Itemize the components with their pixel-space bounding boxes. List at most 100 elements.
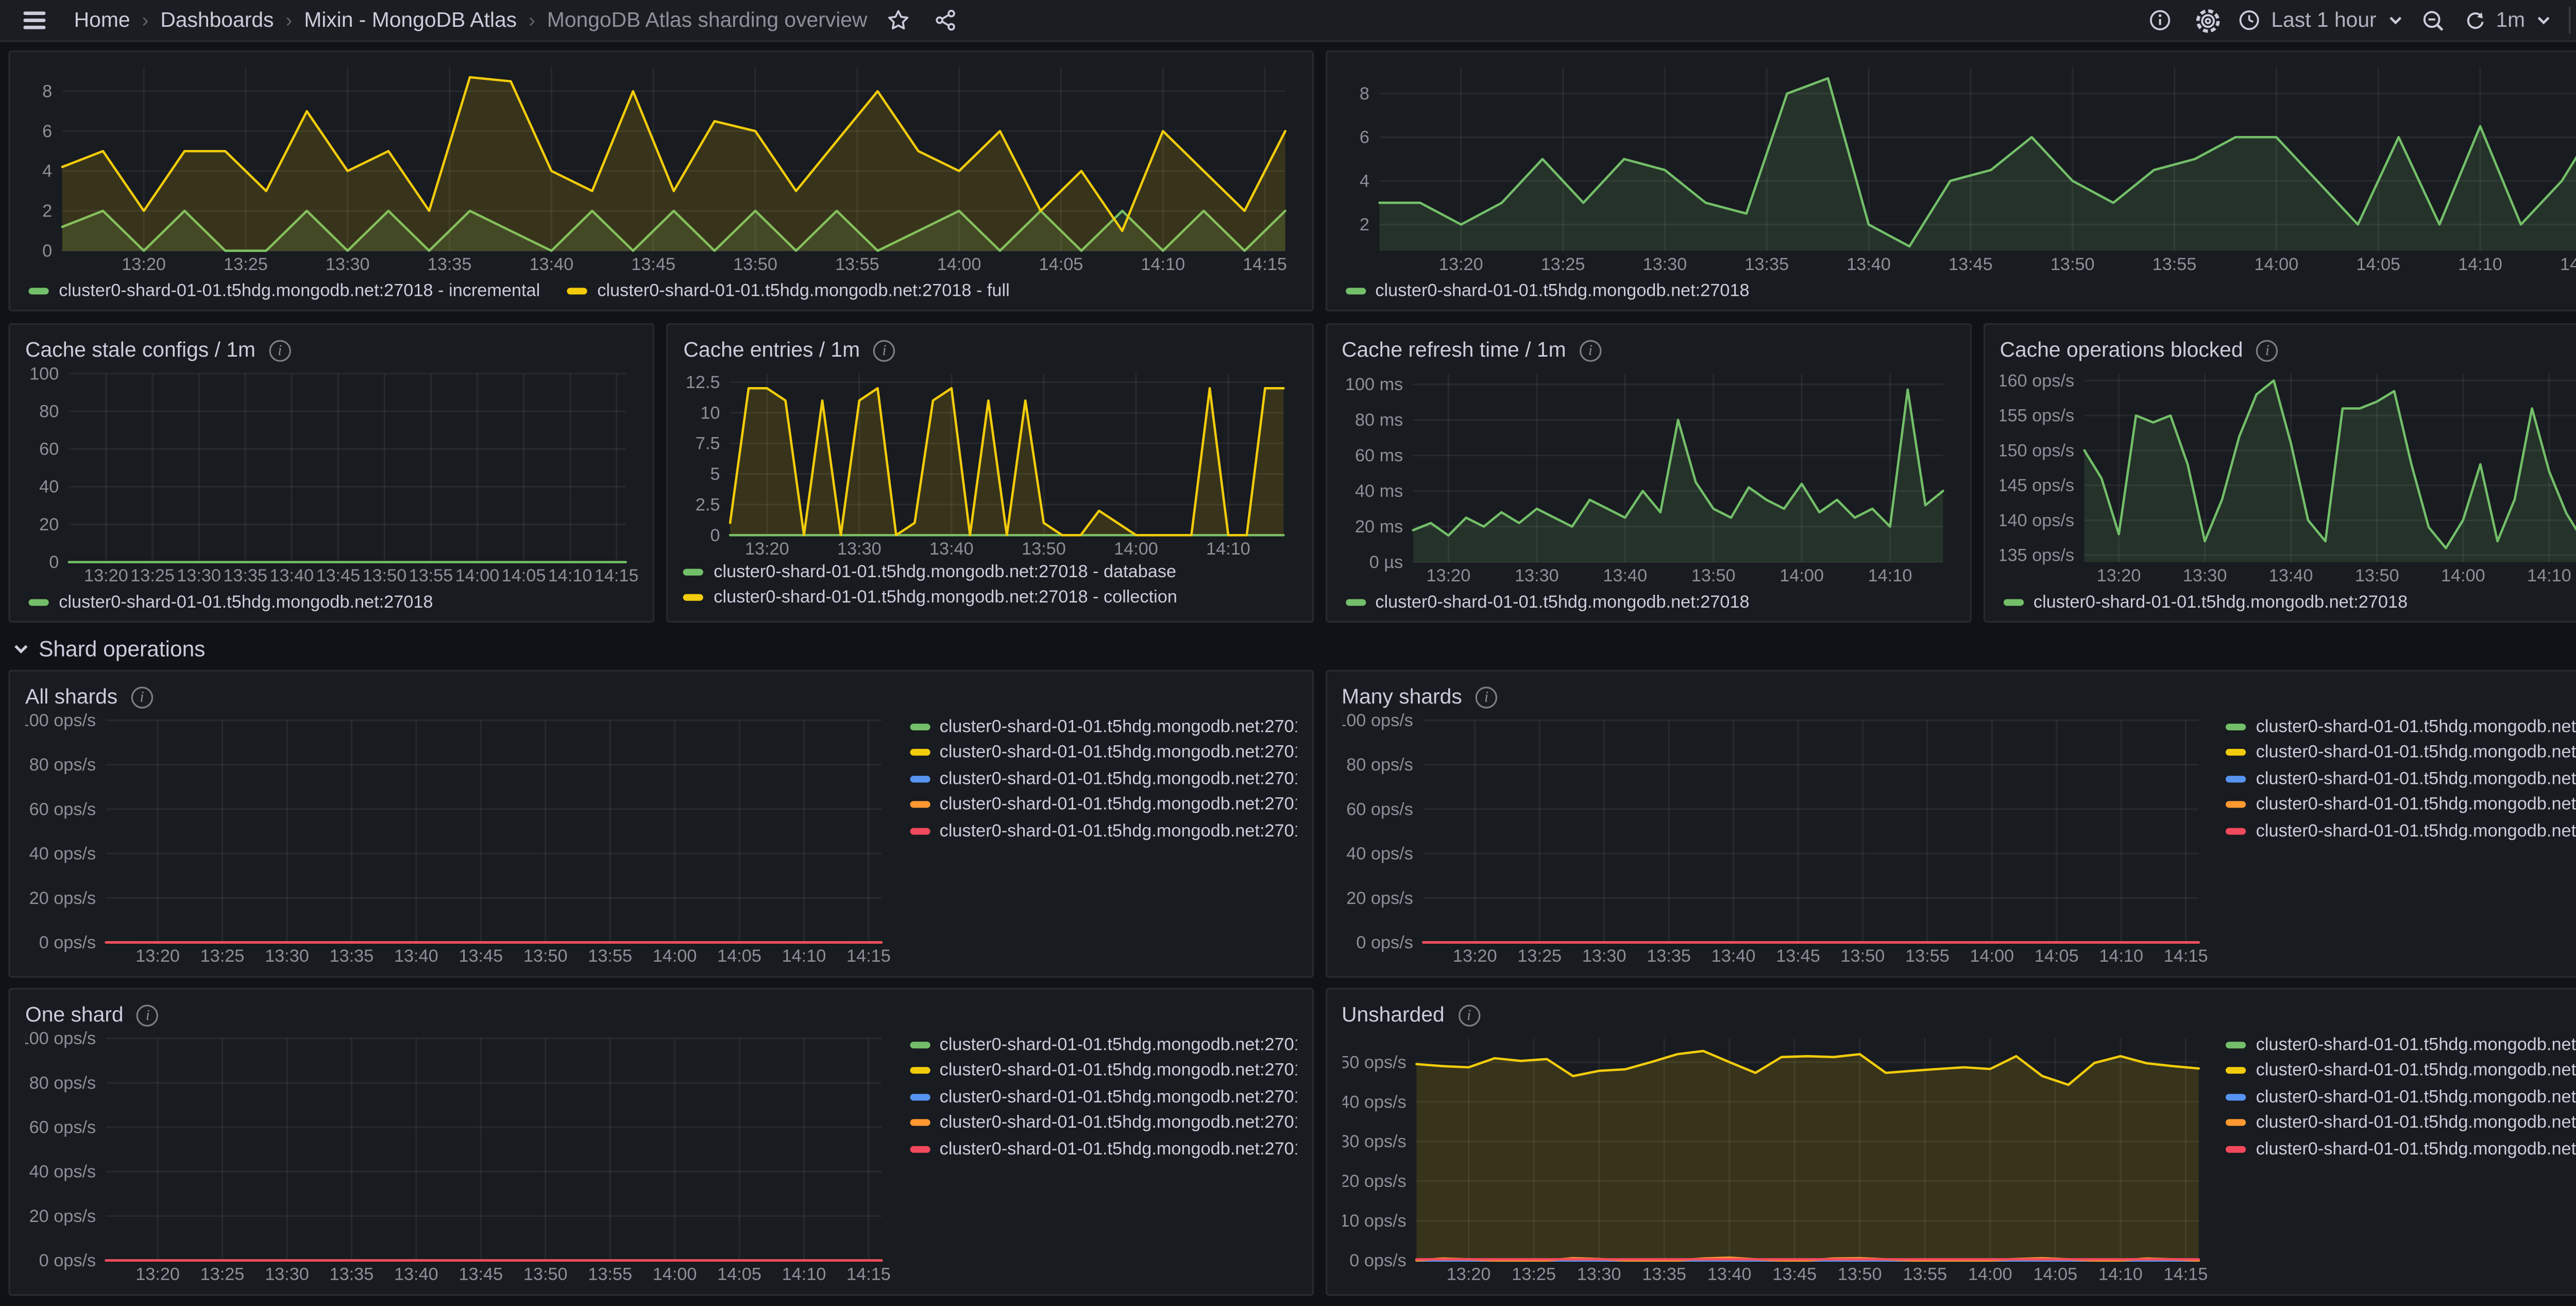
legend-item[interactable]: cluster0-shard-01-01.t5hdg.mongodb.net:2… <box>684 560 1296 582</box>
many-shards-chart[interactable]: 13:2013:2513:3013:3513:4013:4513:5013:55… <box>1342 712 2209 967</box>
legend-item[interactable]: cluster0-shard-01-01.t5hdg.mongodb.net:2… <box>2226 1033 2576 1055</box>
legend-item[interactable]: cluster0-shard-01-01.t5hdg.mongodb.net:2… <box>909 1112 1296 1133</box>
svg-text:13:30: 13:30 <box>838 539 882 559</box>
legend-series-swatch <box>909 1093 929 1100</box>
chevron-down-icon <box>2386 12 2403 29</box>
dashboard-settings-button[interactable] <box>2191 4 2224 37</box>
dashboard-insights-icon[interactable] <box>2143 4 2177 37</box>
legend-item[interactable]: cluster0-shard-01-01.t5hdg.mongodb.net:2… <box>684 587 1296 608</box>
panel-info-icon[interactable]: i <box>269 339 291 361</box>
legend-item[interactable]: cluster0-shard-01-01.t5hdg.mongodb.net:2… <box>2226 1085 2576 1107</box>
svg-text:14:15: 14:15 <box>2559 255 2576 274</box>
legend-item[interactable]: cluster0-shard-01-01.t5hdg.mongodb.net:2… <box>909 1085 1296 1107</box>
host-metric-chart[interactable]: 13:2013:2513:3013:3513:4013:4513:5013:55… <box>1342 59 2576 276</box>
time-range-picker[interactable]: Last 1 hour <box>2238 8 2403 32</box>
legend-item[interactable]: cluster0-shard-01-01.t5hdg.mongodb.net:2… <box>29 279 540 301</box>
panel-legend: cluster0-shard-01-01.t5hdg.mongodb.net:2… <box>2209 1030 2576 1285</box>
legend-item[interactable]: cluster0-shard-01-01.t5hdg.mongodb.net:2… <box>909 1033 1296 1055</box>
legend-series-swatch <box>2226 775 2246 782</box>
legend-item[interactable]: cluster0-shard-01-01.t5hdg.mongodb.net:2… <box>2226 1137 2576 1159</box>
svg-text:13:50: 13:50 <box>1837 1264 1881 1284</box>
cache-operations-blocked-chart[interactable]: 13:2013:3013:4013:5014:0014:10160 ops/s1… <box>2000 365 2576 588</box>
panel-info-icon[interactable]: i <box>131 686 152 708</box>
legend-item[interactable]: cluster0-shard-01-01.t5hdg.mongodb.net:2… <box>2226 1112 2576 1133</box>
legend-item[interactable]: cluster0-shard-01-01.t5hdg.mongodb.net:2… <box>1345 279 1750 301</box>
share-dashboard-button[interactable] <box>928 4 961 37</box>
svg-text:80 ops/s: 80 ops/s <box>29 1073 96 1093</box>
legend-item[interactable]: cluster0-shard-01-01.t5hdg.mongodb.net:2… <box>2003 591 2408 612</box>
one-shard-chart[interactable]: 13:2013:2513:3013:3513:4013:4513:5013:55… <box>25 1030 892 1285</box>
legend-item[interactable]: cluster0-shard-01-01.t5hdg.mongodb.net:2… <box>1345 591 1750 612</box>
legend-series-swatch <box>567 287 587 294</box>
legend-item[interactable]: cluster0-shard-01-01.t5hdg.mongodb.net:2… <box>909 819 1296 841</box>
grafana-dashboard: Home › Dashboards › Mixin - MongoDB Atla… <box>0 0 2576 1298</box>
legend-item[interactable]: cluster0-shard-01-01.t5hdg.mongodb.net:2… <box>2226 767 2576 789</box>
panel-info-icon[interactable]: i <box>1476 686 1497 708</box>
legend-series-label: cluster0-shard-01-01.t5hdg.mongodb.net:2… <box>2256 742 2576 762</box>
legend-item[interactable]: cluster0-shard-01-01.t5hdg.mongodb.net:2… <box>909 741 1296 763</box>
row-toggle-shard-operations[interactable]: Shard operations <box>12 633 2576 665</box>
breadcrumb-separator: › <box>142 8 148 32</box>
svg-text:14:15: 14:15 <box>2163 1264 2207 1284</box>
chevron-down-icon <box>2535 12 2552 29</box>
svg-text:14:15: 14:15 <box>846 1264 891 1284</box>
cache-refresh-time-chart[interactable]: 13:2013:3013:4013:5014:0014:10100 ms80 m… <box>1342 365 1954 588</box>
legend-item[interactable]: cluster0-shard-01-01.t5hdg.mongodb.net:2… <box>2226 1060 2576 1081</box>
svg-text:14:10: 14:10 <box>2097 1264 2142 1284</box>
panel-unsharded: Unsharded i 13:2013:2513:3013:3513:4013:… <box>1325 988 2576 1296</box>
legend-item[interactable]: cluster0-shard-01-01.t5hdg.mongodb.net:2… <box>909 1060 1296 1081</box>
breadcrumb-folder[interactable]: Mixin - MongoDB Atlas <box>304 8 517 32</box>
svg-text:13:20: 13:20 <box>1426 566 1470 585</box>
svg-text:80 ms: 80 ms <box>1354 410 1402 430</box>
legend-series-swatch <box>909 1145 929 1152</box>
legend-item[interactable]: cluster0-shard-01-01.t5hdg.mongodb.net:2… <box>2226 819 2576 841</box>
zoom-out-time-button[interactable] <box>2417 4 2450 37</box>
svg-text:13:30: 13:30 <box>1581 946 1625 966</box>
svg-text:14:05: 14:05 <box>2355 255 2400 274</box>
unsharded-chart[interactable]: 13:2013:2513:3013:3513:4013:4513:5013:55… <box>1342 1030 2209 1285</box>
panel-info-icon[interactable]: i <box>1580 339 1601 361</box>
legend-item[interactable]: cluster0-shard-01-01.t5hdg.mongodb.net:2… <box>2226 715 2576 737</box>
legend-item[interactable]: cluster0-shard-01-01.t5hdg.mongodb.net:2… <box>567 279 1009 301</box>
refresh-picker[interactable]: 1m <box>2464 8 2552 32</box>
menu-toggle-button[interactable] <box>17 4 50 37</box>
svg-text:14:10: 14:10 <box>1141 255 1185 274</box>
all-shards-chart[interactable]: 13:2013:2513:3013:3513:4013:4513:5013:55… <box>25 712 892 967</box>
svg-text:30 ops/s: 30 ops/s <box>1342 1132 1405 1151</box>
breadcrumb: Home › Dashboards › Mixin - MongoDB Atla… <box>74 8 868 32</box>
cache-stale-configs-chart[interactable]: 13:2013:2513:3013:3513:4013:4513:5013:55… <box>25 365 638 588</box>
cache-entries-chart[interactable]: 13:2013:3013:4013:5014:0014:1012.5107.55… <box>684 365 1296 561</box>
panel-title: Many shards <box>1342 685 1462 709</box>
svg-text:8: 8 <box>1359 84 1368 104</box>
svg-text:13:30: 13:30 <box>1514 566 1558 585</box>
breadcrumb-dashboards[interactable]: Dashboards <box>160 8 274 32</box>
star-dashboard-button[interactable] <box>881 4 914 37</box>
legend-item[interactable]: cluster0-shard-01-01.t5hdg.mongodb.net:2… <box>2226 794 2576 815</box>
breadcrumb-home[interactable]: Home <box>74 8 130 32</box>
legend-item[interactable]: cluster0-shard-01-01.t5hdg.mongodb.net:2… <box>29 591 433 612</box>
legend-series-swatch <box>1345 287 1365 294</box>
legend-series-swatch <box>909 723 929 729</box>
svg-text:40 ops/s: 40 ops/s <box>29 844 96 864</box>
legend-item[interactable]: cluster0-shard-01-01.t5hdg.mongodb.net:2… <box>909 715 1296 737</box>
panel-legend: cluster0-shard-01-01.t5hdg.mongodb.net:2… <box>25 588 638 613</box>
backup-operations-chart[interactable]: 13:2013:2513:3013:3513:4013:4513:5013:55… <box>25 59 1296 276</box>
svg-text:13:40: 13:40 <box>1602 566 1647 585</box>
svg-text:13:50: 13:50 <box>362 566 406 585</box>
legend-series-swatch <box>2226 827 2246 834</box>
svg-text:14:05: 14:05 <box>717 946 761 966</box>
panel-info-icon[interactable]: i <box>1458 1004 1480 1026</box>
svg-text:80 ops/s: 80 ops/s <box>29 755 96 775</box>
svg-text:13:50: 13:50 <box>2354 566 2399 585</box>
panel-info-icon[interactable]: i <box>2257 339 2278 361</box>
legend-item[interactable]: cluster0-shard-01-01.t5hdg.mongodb.net:2… <box>909 794 1296 815</box>
legend-item[interactable]: cluster0-shard-01-01.t5hdg.mongodb.net:2… <box>2226 741 2576 763</box>
panel-info-icon[interactable]: i <box>873 339 895 361</box>
panel-info-icon[interactable]: i <box>137 1004 159 1026</box>
legend-item[interactable]: cluster0-shard-01-01.t5hdg.mongodb.net:2… <box>909 1137 1296 1159</box>
svg-text:13:55: 13:55 <box>835 255 879 274</box>
svg-text:14:10: 14:10 <box>782 946 826 966</box>
panel-backup-operations: 13:2013:2513:3013:3513:4013:4513:5013:55… <box>8 51 1313 311</box>
legend-series-swatch <box>909 1041 929 1048</box>
legend-item[interactable]: cluster0-shard-01-01.t5hdg.mongodb.net:2… <box>909 767 1296 789</box>
